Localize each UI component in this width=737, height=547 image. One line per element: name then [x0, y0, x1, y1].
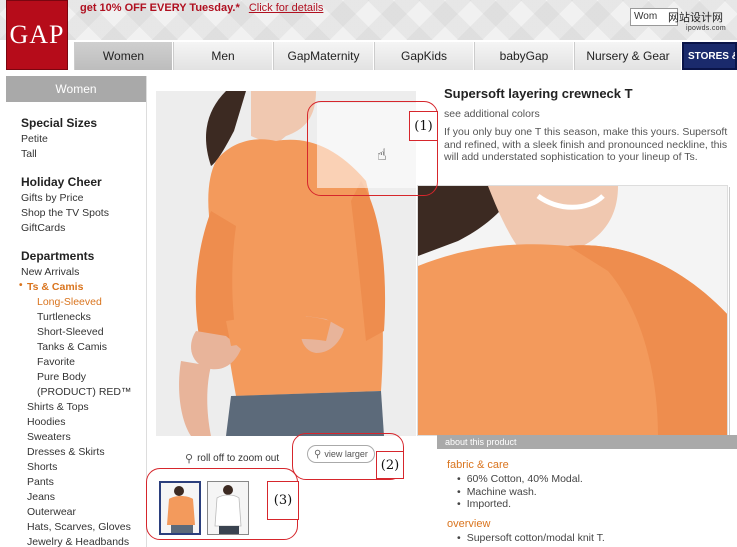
- thumbnail-orange-image: [161, 483, 199, 533]
- about-product-bar: about this product: [437, 435, 737, 449]
- tab-gapmaternity[interactable]: GapMaternity: [273, 42, 374, 70]
- zoomed-photo: [418, 186, 727, 435]
- promo-banner: get 10% OFF EVERY Tuesday.* Click for de…: [80, 2, 323, 14]
- sidebar-item-outerwear[interactable]: Outerwear: [27, 506, 76, 518]
- thumbnail-orange[interactable]: [159, 481, 201, 535]
- annotation-label-3: (3): [267, 481, 299, 520]
- gap-logo-text: GAP: [9, 20, 65, 49]
- annotation-label-1: (1): [409, 111, 438, 141]
- sidebar-item-pants[interactable]: Pants: [27, 476, 54, 488]
- product-description: If you only buy one T this season, make …: [444, 126, 728, 163]
- sidebar-item-giftcards[interactable]: GiftCards: [21, 222, 65, 234]
- sidebar-item-hats-scarves-gloves[interactable]: Hats, Scarves, Gloves: [27, 521, 131, 533]
- sidebar-item-shorts[interactable]: Shorts: [27, 461, 57, 473]
- sidebar-item-jewelry-headbands[interactable]: Jewelry & Headbands: [27, 536, 129, 547]
- roll-off-text: roll off to zoom out: [197, 453, 280, 464]
- tab-nursery-gear[interactable]: Nursery & Gear: [574, 42, 682, 70]
- sidebar-item-ts-camis[interactable]: Ts & Camis: [27, 281, 83, 293]
- pin-icon: ⚲: [185, 453, 194, 465]
- magnifier-icon: ⚲: [314, 448, 322, 460]
- fabric-item: 60% Cotton, 40% Modal.: [457, 473, 583, 485]
- promo-text: get 10% OFF EVERY Tuesday.*: [80, 2, 240, 14]
- sidebar-item-tall[interactable]: Tall: [21, 148, 37, 160]
- gap-logo[interactable]: GAP: [6, 0, 68, 70]
- fabric-care-heading: fabric & care: [447, 459, 509, 471]
- roll-off-hint: ⚲ roll off to zoom out: [185, 452, 279, 465]
- overview-heading: overview: [447, 518, 491, 530]
- view-larger-button[interactable]: ⚲ view larger: [307, 445, 375, 463]
- right-panel-edge: [729, 187, 737, 435]
- section-departments: Departments: [21, 249, 95, 263]
- section-holiday-cheer: Holiday Cheer: [21, 175, 102, 189]
- tab-men[interactable]: Men: [173, 42, 273, 70]
- fabric-item: Imported.: [457, 498, 511, 510]
- promo-details-link[interactable]: Click for details: [249, 2, 324, 14]
- active-bullet-icon: •: [19, 280, 23, 291]
- section-special-sizes: Special Sizes: [21, 116, 98, 130]
- sidebar-item-petite[interactable]: Petite: [21, 133, 48, 145]
- annotation-label-2: (2): [376, 451, 404, 479]
- sidebar-subitem-short-sleeved[interactable]: Short-Sleeved: [37, 326, 104, 338]
- sidebar-item-new-arrivals[interactable]: New Arrivals: [21, 266, 79, 278]
- sidebar-item-hoodies[interactable]: Hoodies: [27, 416, 66, 428]
- sidebar-item-tv-spots[interactable]: Shop the TV Spots: [21, 207, 109, 219]
- sidebar-item-gifts-by-price[interactable]: Gifts by Price: [21, 192, 83, 204]
- sidebar-item-dresses-skirts[interactable]: Dresses & Skirts: [27, 446, 105, 458]
- tab-stores[interactable]: STORES & E: [682, 42, 737, 70]
- sidebar-item-sweaters[interactable]: Sweaters: [27, 431, 71, 443]
- sidebar-item-shirts-tops[interactable]: Shirts & Tops: [27, 401, 89, 413]
- main-nav: Women Men GapMaternity GapKids babyGap N…: [74, 42, 737, 70]
- thumbnail-white[interactable]: [207, 481, 249, 535]
- sidebar-subitem-pure-body[interactable]: Pure Body: [37, 371, 86, 383]
- tab-babygap[interactable]: babyGap: [474, 42, 574, 70]
- sidebar-subitem-product-red[interactable]: (PRODUCT) RED™: [37, 386, 132, 398]
- sidebar-header: Women: [6, 76, 146, 102]
- watermark-text: 网站设计网: [668, 12, 723, 24]
- thumbnail-white-image: [208, 482, 248, 534]
- tab-women[interactable]: Women: [74, 42, 173, 70]
- see-additional-colors-link[interactable]: see additional colors: [444, 108, 540, 120]
- watermark-subtext: ipowds.com: [686, 25, 726, 32]
- view-larger-label: view larger: [324, 449, 368, 459]
- overview-item: Supersoft cotton/modal knit T.: [457, 532, 605, 544]
- tab-gapkids[interactable]: GapKids: [374, 42, 474, 70]
- sidebar-subitem-tanks-camis[interactable]: Tanks & Camis: [37, 341, 107, 353]
- fabric-item: Machine wash.: [457, 486, 537, 498]
- sidebar-subitem-long-sleeved[interactable]: Long-Sleeved: [37, 296, 102, 308]
- sidebar-item-jeans[interactable]: Jeans: [27, 491, 55, 503]
- product-title: Supersoft layering crewneck T: [444, 86, 633, 101]
- zoomed-image-panel: [417, 185, 728, 436]
- sidebar-subitem-turtlenecks[interactable]: Turtlenecks: [37, 311, 91, 323]
- sidebar-subitem-favorite[interactable]: Favorite: [37, 356, 75, 368]
